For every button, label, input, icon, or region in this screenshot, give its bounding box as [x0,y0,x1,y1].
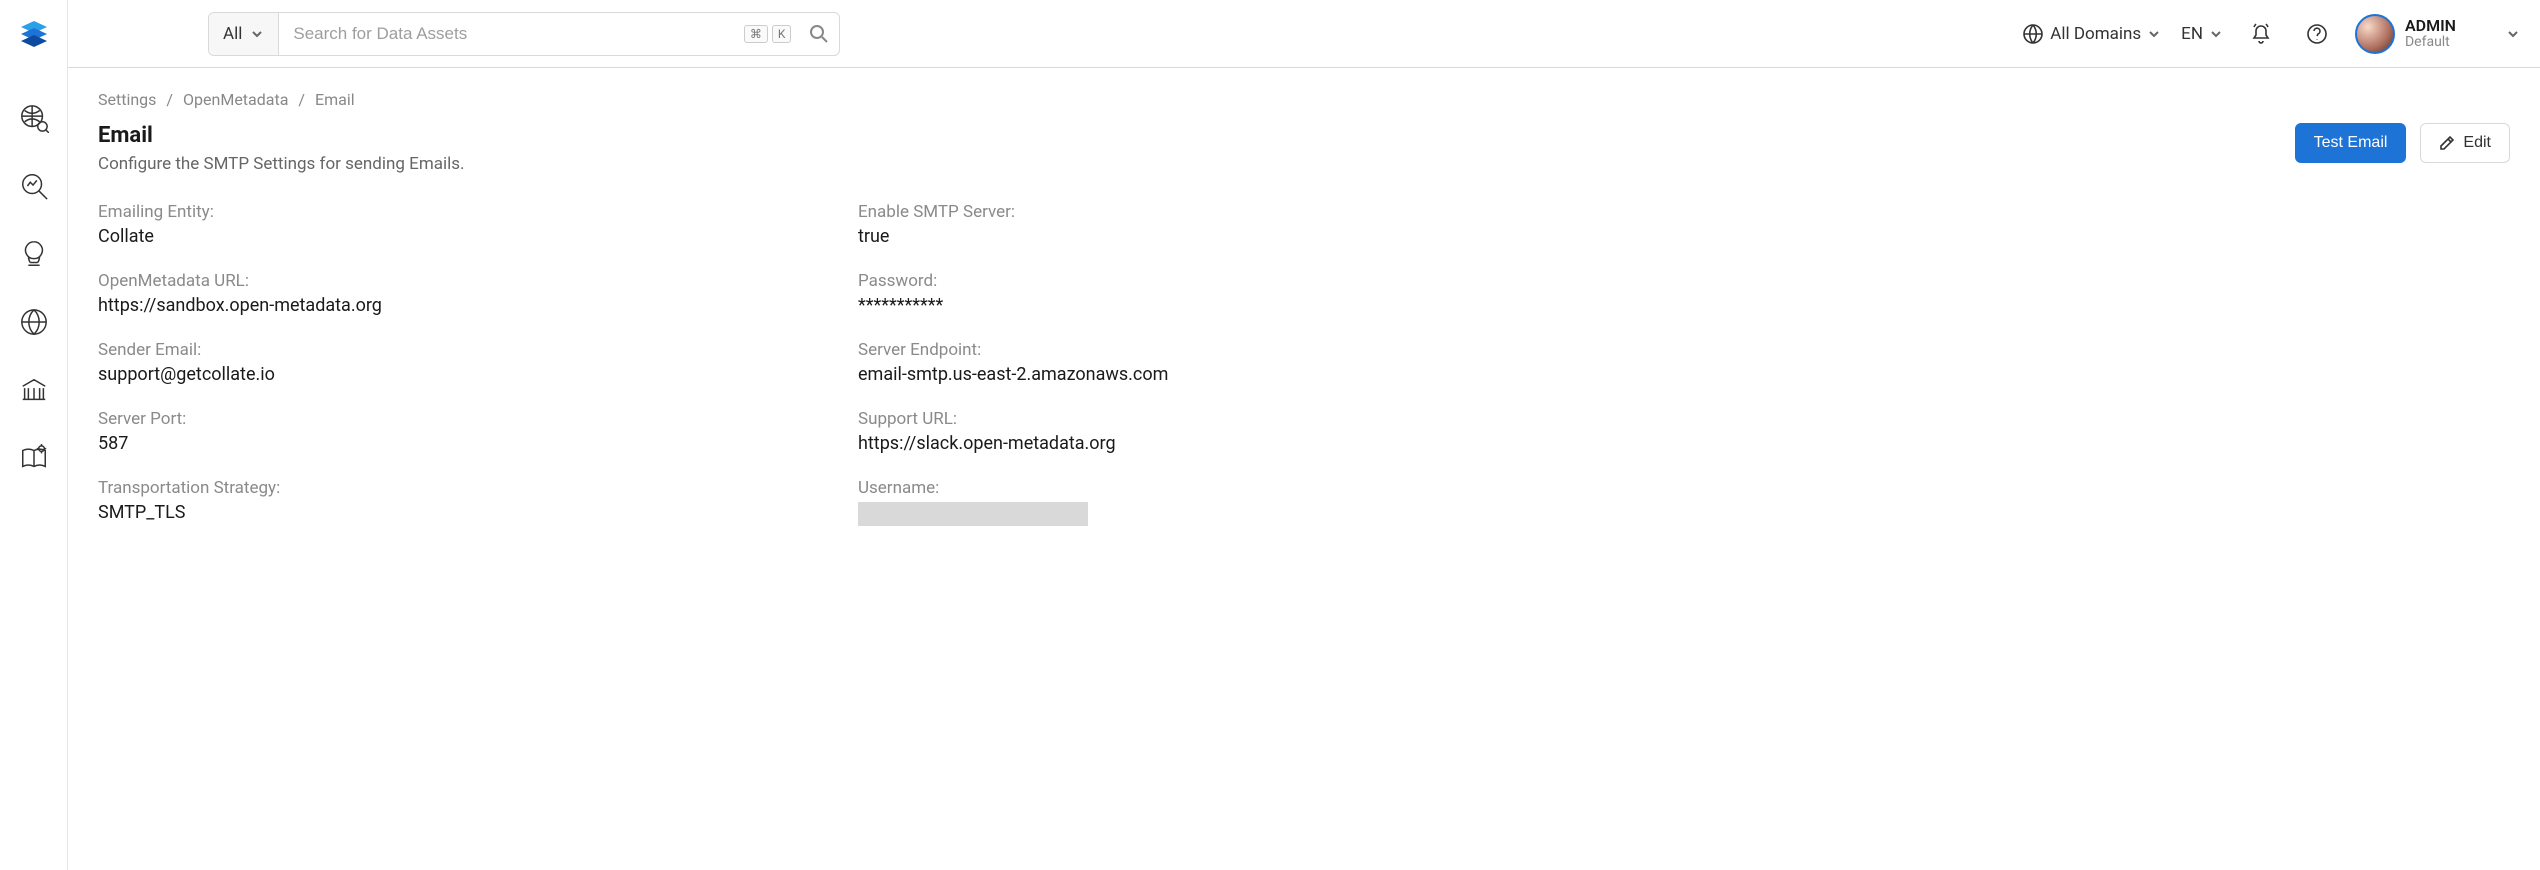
field-label: Username: [858,478,1558,498]
field-value-emailing-entity: Collate [98,226,798,247]
search-icon[interactable] [799,24,839,44]
topbar: All ⌘ K All Domains [68,0,2540,68]
kbd-cmd: ⌘ [744,25,768,43]
edit-button[interactable]: Edit [2420,123,2510,163]
catalog-icon[interactable] [12,368,56,412]
notifications-icon[interactable] [2243,16,2279,52]
governance-icon[interactable] [12,300,56,344]
kbd-k: K [772,25,792,43]
data-discovery-icon[interactable] [12,164,56,208]
field-value-openmetadata-url: https://sandbox.open-metadata.org [98,295,798,316]
knowledge-icon[interactable] [12,436,56,480]
explore-global-icon[interactable] [12,96,56,140]
field-value-sender-email: support@getcollate.io [98,364,798,385]
page-title: Email [98,123,465,148]
chevron-down-icon [250,27,264,41]
field-value-username [858,502,1558,531]
redacted-username [858,502,1088,526]
search-category-dropdown[interactable]: All [209,13,279,55]
user-menu[interactable]: ADMIN Default [2355,14,2520,54]
field-label: OpenMetadata URL: [98,271,798,291]
settings-grid: Emailing Entity: Collate OpenMetadata UR… [98,202,1558,531]
search-shortcut: ⌘ K [744,25,792,43]
field-value-server-endpoint: email-smtp.us-east-2.amazonaws.com [858,364,1558,385]
field-label: Server Endpoint: [858,340,1558,360]
breadcrumb-link-settings[interactable]: Settings [98,90,156,109]
globe-icon [2022,23,2044,45]
chevron-down-icon [2506,27,2520,41]
breadcrumb: Settings / OpenMetadata / Email [98,90,2510,109]
search-category-label: All [223,24,242,44]
field-label: Server Port: [98,409,798,429]
field-value-server-port: 587 [98,433,798,454]
field-label: Password: [858,271,1558,291]
language-selector[interactable]: EN [2181,24,2223,44]
chevron-down-icon [2147,27,2161,41]
field-label: Emailing Entity: [98,202,798,222]
page-subtitle: Configure the SMTP Settings for sending … [98,154,465,174]
field-value-enable-smtp: true [858,226,1558,247]
app-logo[interactable] [12,12,56,56]
breadcrumb-link-openmetadata[interactable]: OpenMetadata [183,90,288,109]
user-name: ADMIN [2405,17,2456,35]
field-label: Transportation Strategy: [98,478,798,498]
field-label: Enable SMTP Server: [858,202,1558,222]
edit-button-label: Edit [2463,134,2491,152]
domain-label: All Domains [2050,24,2141,44]
field-value-transport-strategy: SMTP_TLS [98,502,798,523]
field-value-password: *********** [858,295,1558,316]
breadcrumb-sep: / [166,90,173,109]
help-icon[interactable] [2299,16,2335,52]
domain-selector[interactable]: All Domains [2022,23,2161,45]
field-label: Sender Email: [98,340,798,360]
avatar [2355,14,2395,54]
breadcrumb-current: Email [315,90,355,109]
language-label: EN [2181,24,2203,44]
user-role: Default [2405,35,2456,50]
search-group: All ⌘ K [208,12,840,56]
left-sidebar [0,0,68,870]
test-email-button[interactable]: Test Email [2295,123,2407,163]
chevron-down-icon [2209,27,2223,41]
insights-icon[interactable] [12,232,56,276]
field-label: Support URL: [858,409,1558,429]
search-input[interactable] [279,24,743,44]
breadcrumb-sep: / [298,90,305,109]
pencil-icon [2439,135,2455,151]
field-value-support-url: https://slack.open-metadata.org [858,433,1558,454]
